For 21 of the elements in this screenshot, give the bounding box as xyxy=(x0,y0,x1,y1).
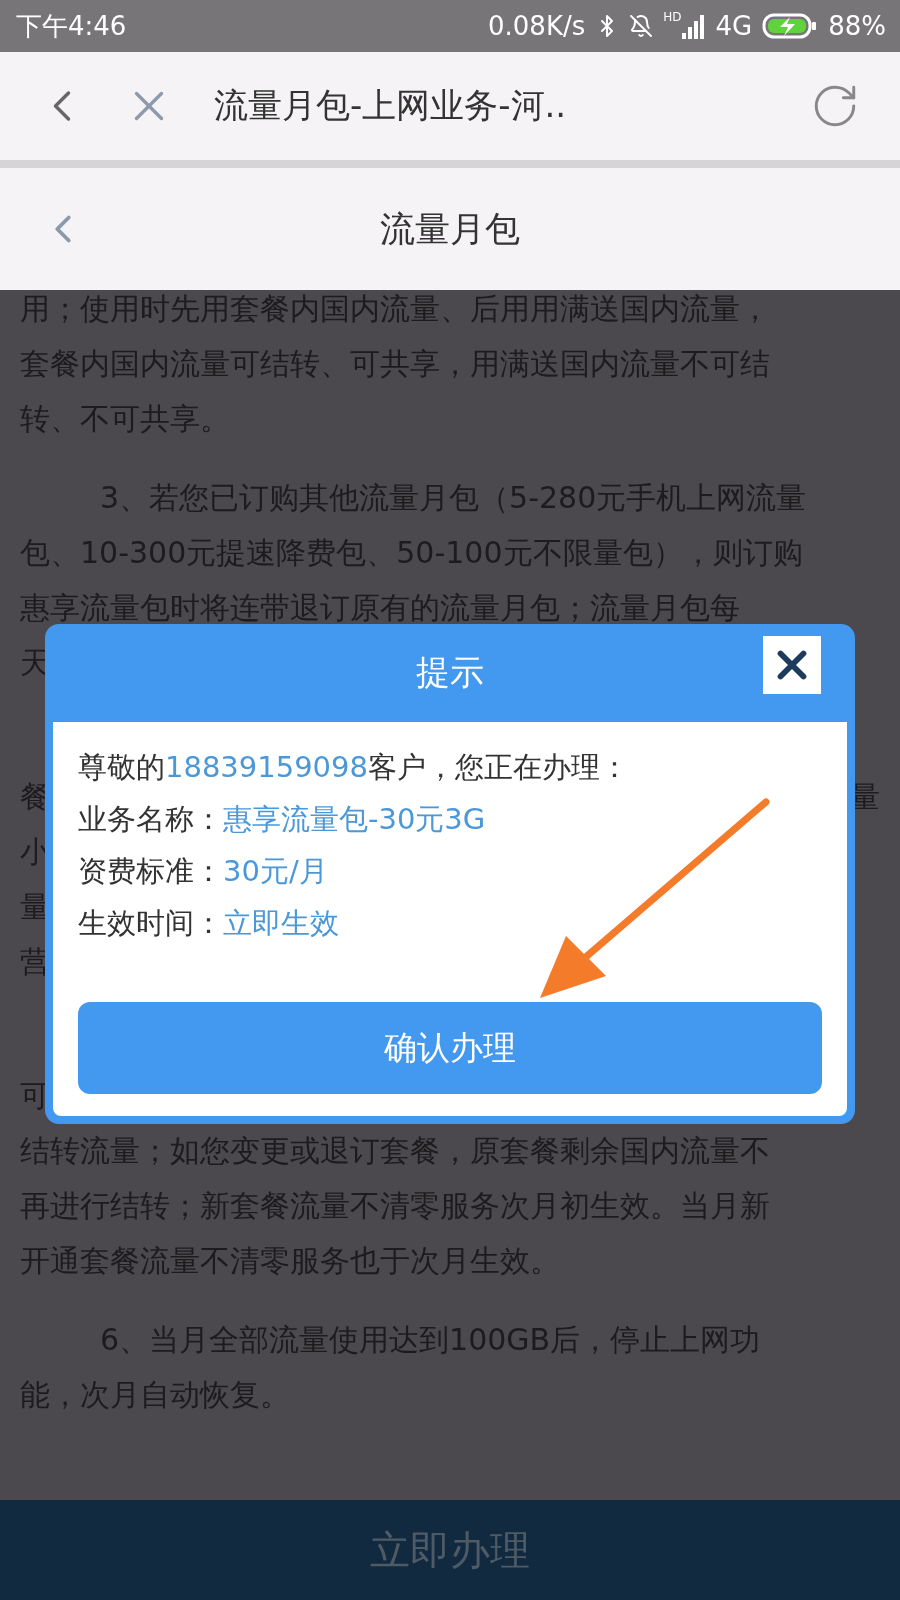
field-value: 惠享流量包-30元3G xyxy=(223,801,486,838)
field-label: 业务名称： xyxy=(78,801,223,838)
greeting-text: 尊敬的18839159098客户，您正在办理： xyxy=(78,749,629,786)
confirm-button[interactable]: 确认办理 xyxy=(78,1002,822,1094)
page-title: 流量月包-上网业务-河.. xyxy=(214,84,568,127)
field-value: 立即生效 xyxy=(223,905,339,942)
field-value: 30元/月 xyxy=(223,853,328,890)
network-type: 4G xyxy=(715,11,753,41)
battery-percent: 88% xyxy=(828,11,886,41)
dialog-title: 提示 xyxy=(416,651,484,694)
header-title: 流量月包 xyxy=(380,207,520,251)
status-time: 下午4:46 xyxy=(16,9,127,43)
field-label: 生效时间： xyxy=(78,905,223,942)
muted-bell-icon xyxy=(629,14,654,38)
signal-icon xyxy=(681,13,706,39)
battery-charging-icon xyxy=(762,12,819,40)
network-speed: 0.08K/s xyxy=(488,11,586,41)
hd-label: HD xyxy=(663,10,682,24)
field-label: 资费标准： xyxy=(78,853,223,890)
close-button[interactable] xyxy=(763,636,821,694)
apply-now-button[interactable]: 立即办理 xyxy=(354,1518,546,1582)
